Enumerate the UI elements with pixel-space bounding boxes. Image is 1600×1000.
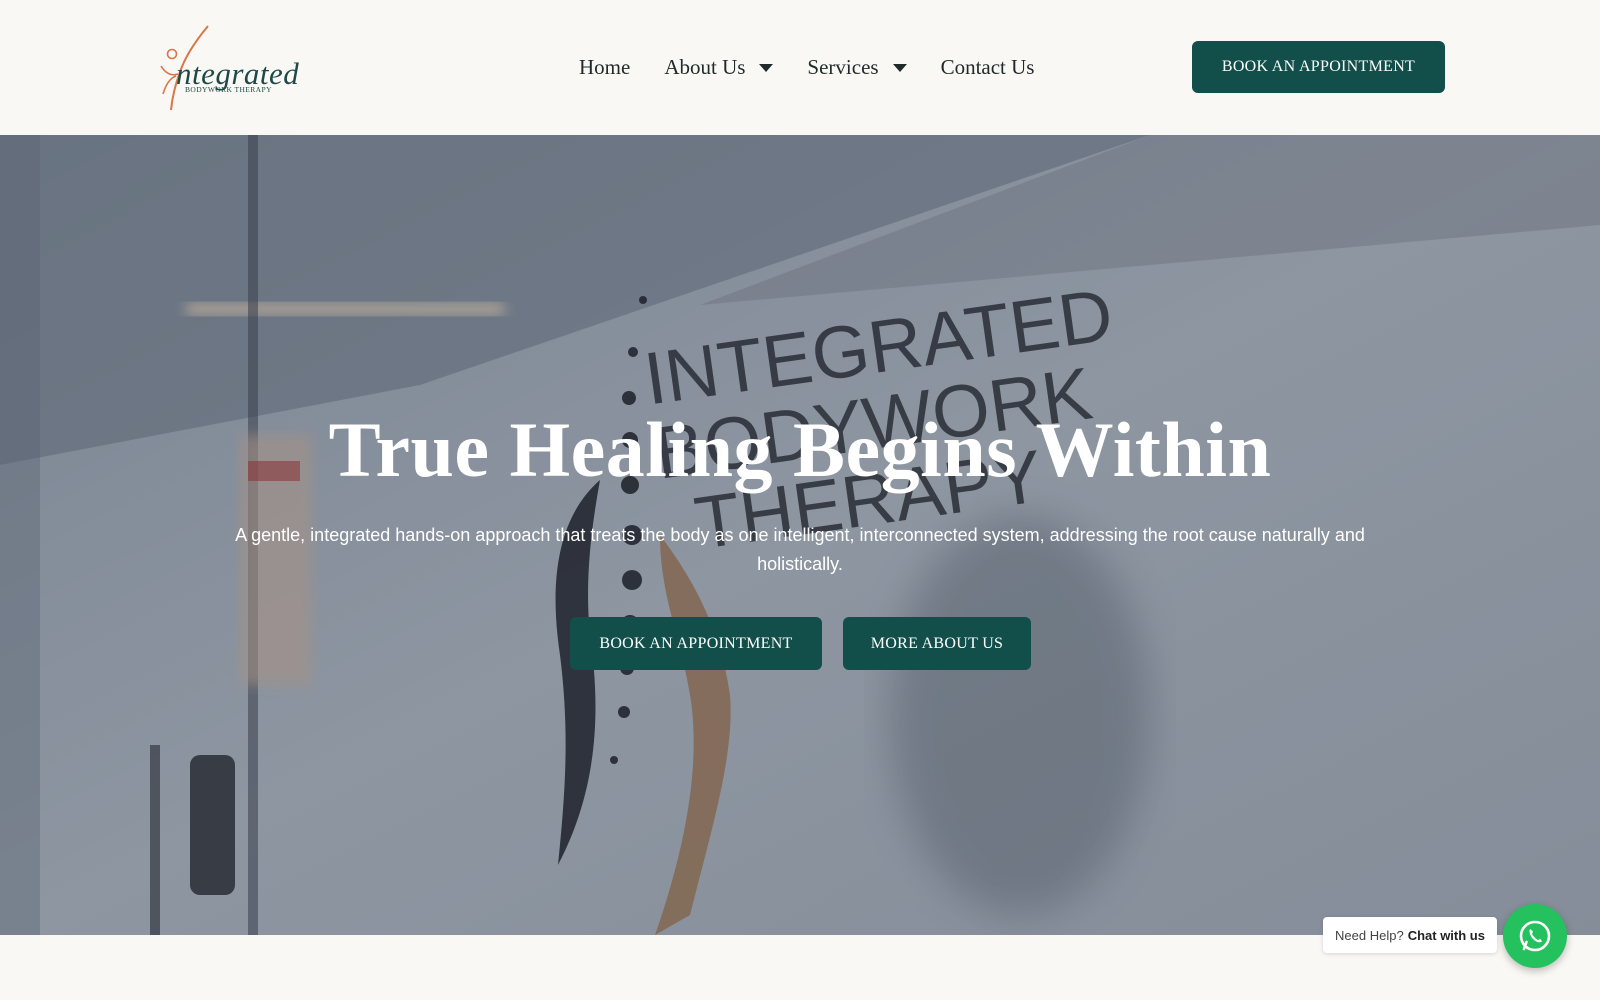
chat-prefix: Need Help? bbox=[1335, 927, 1404, 943]
nav-item-contact-us[interactable]: Contact Us bbox=[941, 55, 1035, 80]
chat-prompt[interactable]: Need Help? Chat with us bbox=[1323, 917, 1497, 953]
hero-section: INTEGRATED BODYWORK THERAPY True Healing… bbox=[0, 135, 1600, 935]
nav-item-services[interactable]: Services bbox=[807, 54, 907, 80]
nav-item-home[interactable]: Home bbox=[579, 55, 630, 80]
logo[interactable]: ntegrated BODYWORK THERAPY bbox=[158, 24, 299, 114]
more-about-us-button[interactable]: MORE ABOUT US bbox=[843, 617, 1031, 670]
book-appointment-button[interactable]: BOOK AN APPOINTMENT bbox=[1192, 41, 1445, 93]
site-header: ntegrated BODYWORK THERAPY Home About Us… bbox=[0, 0, 1600, 135]
chat-action: Chat with us bbox=[1407, 927, 1485, 943]
hero-subtitle: A gentle, integrated hands-on approach t… bbox=[235, 525, 1365, 574]
hero-title: True Healing Begins Within bbox=[328, 406, 1272, 493]
nav-item-label: Contact Us bbox=[940, 54, 1035, 79]
logo-tagline: BODYWORK THERAPY bbox=[185, 85, 272, 94]
nav-item-label: Services bbox=[807, 54, 879, 79]
nav-item-label: About Us bbox=[664, 54, 746, 79]
nav-item-about-us[interactable]: About Us bbox=[664, 54, 774, 80]
main-nav: Home About Us Services Contact Us bbox=[579, 50, 1034, 84]
hero-book-appointment-button[interactable]: BOOK AN APPOINTMENT bbox=[570, 617, 822, 670]
chevron-down-icon[interactable] bbox=[759, 64, 774, 72]
whatsapp-chat-button[interactable] bbox=[1503, 904, 1567, 968]
chevron-down-icon[interactable] bbox=[892, 64, 907, 72]
nav-item-label: Home bbox=[579, 54, 631, 79]
whatsapp-icon bbox=[1519, 920, 1551, 952]
